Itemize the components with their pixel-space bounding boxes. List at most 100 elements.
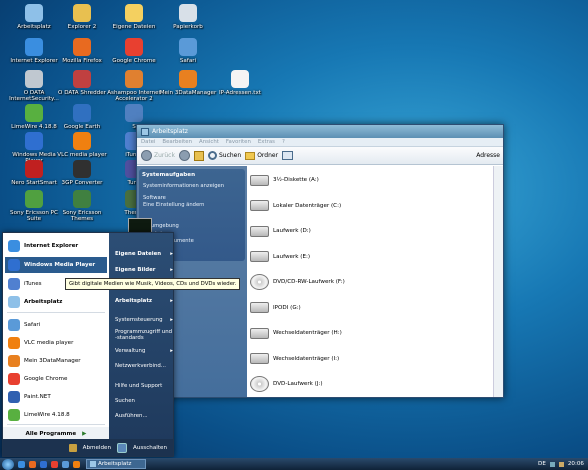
menu-file[interactable]: Datei — [141, 139, 155, 145]
start-menu-item[interactable]: LimeWire 4.18.8 — [5, 407, 107, 423]
back-arrow-icon — [141, 150, 152, 161]
vlc-quicklaunch-icon[interactable] — [73, 460, 80, 468]
explorer-window[interactable]: Arbeitsplatz Datei Bearbeiten Ansicht Fa… — [136, 124, 504, 398]
start-menu-place[interactable]: Verwaltung ▸ — [115, 348, 173, 354]
start-button[interactable] — [2, 458, 14, 470]
firefox-quicklaunch-icon[interactable] — [29, 460, 36, 468]
app-icon — [231, 70, 249, 88]
drive-label: Laufwerk (D:) — [273, 228, 311, 234]
drive-item[interactable]: Wechseldatenträger (H:) — [250, 322, 342, 344]
start-menu-place[interactable]: Arbeitsplatz ▸ — [115, 298, 173, 304]
task-link[interactable]: Software — [143, 195, 243, 202]
start-menu-place[interactable]: Eigene Bilder ▸ — [115, 267, 173, 273]
separator — [7, 424, 105, 425]
start-menu-item[interactable]: Google Chrome — [5, 371, 107, 387]
start-menu-item[interactable]: Arbeitsplatz — [5, 294, 107, 310]
drive-item[interactable]: Laufwerk (D:) — [250, 220, 311, 242]
drive-item[interactable]: Lokaler Datenträger (C:) — [250, 195, 341, 217]
menu-bar: Datei Bearbeiten Ansicht Favoriten Extra… — [137, 138, 503, 147]
start-menu-place[interactable]: Eigene Dateien ▸ — [115, 251, 173, 257]
desktop-icon[interactable]: Eigene Dateien — [104, 4, 164, 30]
app-icon — [73, 4, 91, 22]
desktop-icon[interactable]: Mein 3DataManager — [158, 70, 218, 96]
desktop-icon[interactable]: Safari — [158, 38, 218, 64]
desktop-icon[interactable]: VLC media player — [52, 132, 112, 158]
search-button[interactable]: Suchen — [207, 151, 241, 160]
drive-item[interactable]: DVD/CD-RW-Laufwerk (F:) — [250, 271, 345, 293]
chrome-quicklaunch-icon[interactable] — [51, 460, 58, 468]
hard-drive-icon — [250, 225, 269, 237]
start-menu-item[interactable]: Safari — [5, 317, 107, 333]
app-icon — [125, 70, 143, 88]
task-link[interactable]: ...kumgebung — [143, 223, 243, 230]
taskbar-task-arbeitsplatz[interactable]: Arbeitsplatz — [86, 459, 146, 469]
back-button[interactable]: Zurück — [141, 150, 175, 161]
drives-list: 3½-Diskette (A:) Lokaler Datenträger (C:)… — [247, 166, 493, 397]
menu-edit[interactable]: Bearbeiten — [162, 139, 192, 145]
start-menu-item[interactable]: Internet Explorer — [5, 238, 107, 254]
forward-button[interactable] — [178, 150, 190, 161]
menu-help[interactable]: ? — [282, 139, 285, 145]
start-menu-place[interactable]: Hilfe und Support — [115, 383, 173, 389]
drive-item[interactable]: Laufwerk (E:) — [250, 246, 310, 268]
language-indicator[interactable]: DE — [538, 461, 546, 467]
start-menu-place[interactable]: Suchen — [115, 398, 173, 404]
start-menu-place[interactable]: Systemsteuerung ▸ — [115, 317, 173, 323]
desktop-icon[interactable]: Sony Ericsson Themes — [52, 190, 112, 223]
chevron-right-icon: ▸ — [170, 317, 173, 323]
drive-item[interactable]: IPODI (G:) — [250, 297, 301, 319]
logoff-button[interactable]: Abmelden — [83, 445, 111, 451]
explorer-titlebar[interactable]: Arbeitsplatz — [137, 125, 503, 138]
folders-button[interactable]: Ordner — [245, 151, 278, 160]
drive-label: Wechseldatenträger (I:) — [273, 355, 340, 362]
start-menu-place[interactable]: Ausführen... — [115, 413, 173, 419]
drive-item[interactable]: DVD-Laufwerk (J:) — [250, 373, 323, 395]
desktop-icon[interactable]: Google Earth — [52, 104, 112, 130]
desktop-icon[interactable]: Papierkorb — [158, 4, 218, 30]
hard-drive-icon — [250, 327, 269, 339]
task-link[interactable]: Systeminformationen anzeigen — [143, 183, 243, 190]
desktop-icon[interactable]: Ashampoo Internet Accelerator 2 — [104, 70, 164, 103]
network-icon[interactable] — [549, 461, 555, 467]
desktop-icon[interactable]: O DATA Shredder — [52, 70, 112, 96]
hard-drive-icon — [250, 200, 269, 211]
menu-tools[interactable]: Extras — [258, 139, 275, 145]
desktop-icon[interactable]: 3GP Converter — [52, 160, 112, 186]
start-menu-place-label: Arbeitsplatz — [115, 298, 153, 304]
desktop-icon[interactable]: Google Chrome — [104, 38, 164, 64]
desktop-icon[interactable]: Explorer 2 — [52, 4, 112, 30]
app-icon — [125, 38, 143, 56]
drive-item[interactable]: 3½-Diskette (A:) — [250, 169, 319, 191]
ie-quicklaunch-icon[interactable] — [18, 460, 25, 468]
up-button[interactable] — [193, 150, 204, 161]
desktop-icon-label: O DATA Shredder — [58, 90, 106, 96]
mediaplayer-quicklaunch-icon[interactable] — [40, 460, 47, 468]
shutdown-button[interactable]: Ausschalten — [133, 445, 167, 451]
menu-view[interactable]: Ansicht — [199, 139, 219, 145]
task-link[interactable]: Eine Einstellung ändern — [143, 202, 243, 209]
app-icon — [8, 355, 20, 367]
start-menu-place[interactable]: Programmzugriff und -standards — [115, 329, 173, 342]
start-menu-item-label: iTunes — [24, 281, 42, 287]
start-menu-item[interactable]: Mein 3DataManager — [5, 353, 107, 369]
start-menu-item[interactable]: VLC media player — [5, 335, 107, 351]
menu-favorites[interactable]: Favoriten — [226, 139, 251, 145]
start-menu-place[interactable]: Netzwerkverbind... — [115, 363, 173, 369]
drive-item[interactable]: Wechseldatenträger (I:) — [250, 348, 339, 370]
views-button[interactable] — [282, 151, 294, 160]
app-icon — [25, 104, 43, 122]
start-menu-item[interactable]: Paint.NET — [5, 389, 107, 405]
start-menu-item[interactable]: Windows Media Player — [5, 257, 107, 273]
start-menu-item-label: Paint.NET — [24, 394, 51, 400]
volume-icon[interactable] — [558, 461, 564, 467]
optical-drive-icon — [250, 274, 269, 290]
system-tasks-title[interactable]: Systemaufgaben — [142, 172, 195, 178]
desktop-icon-label: IP-Adressen.txt — [219, 90, 261, 96]
vertical-scrollbar[interactable] — [493, 166, 503, 397]
safari-quicklaunch-icon[interactable] — [62, 460, 69, 468]
desktop-icon[interactable]: Mozilla Firefox — [52, 38, 112, 64]
start-menu-place-label: Verwaltung — [115, 348, 146, 354]
views-icon — [282, 151, 294, 160]
separator — [7, 312, 105, 313]
desktop-icon[interactable]: IP-Adressen.txt — [210, 70, 270, 96]
